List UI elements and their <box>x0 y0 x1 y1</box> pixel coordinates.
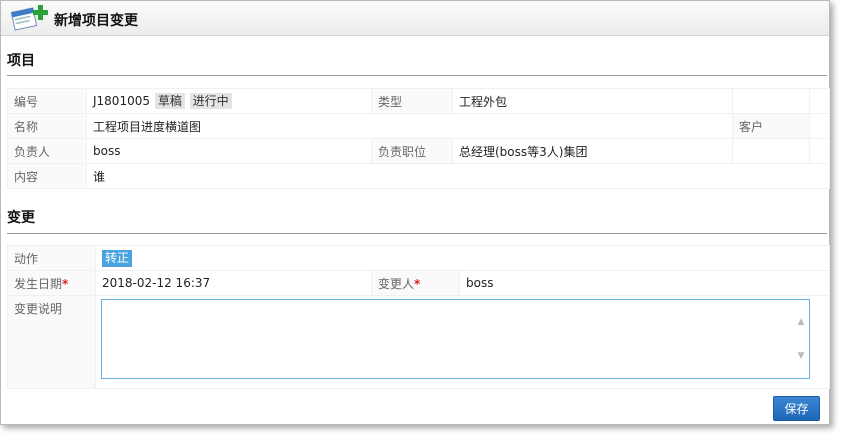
name-value: 工程项目进度横道图 <box>86 113 733 139</box>
type-value: 工程外包 <box>452 88 733 114</box>
content-value: 谁 <box>86 163 830 189</box>
changer-label: 变更人 <box>378 276 415 291</box>
action-label: 动作 <box>7 245 96 271</box>
draft-status-tag: 草稿 <box>154 93 185 109</box>
changer-label-cell: 变更人* <box>371 270 460 296</box>
dialog-title: 新增项目变更 <box>54 13 138 29</box>
required-mark: * <box>414 276 421 291</box>
customer-value <box>809 113 830 139</box>
project-change-dialog: 新增项目变更 项目 编号 J1801005 草稿 进行中 类型 工程外包 名称 … <box>0 0 831 425</box>
code-cell: J1801005 草稿 进行中 <box>86 88 372 114</box>
table-row: 名称 工程项目进度横道图 客户 <box>7 113 830 139</box>
project-section-heading: 项目 <box>7 53 35 69</box>
date-value[interactable]: 2018-02-12 16:37 <box>95 270 372 296</box>
table-row: 编号 J1801005 草稿 进行中 类型 工程外包 <box>7 88 830 114</box>
action-tag: 转正 <box>102 249 133 267</box>
name-label: 名称 <box>7 113 87 139</box>
position-label: 负责职位 <box>371 138 453 164</box>
in-progress-status-tag: 进行中 <box>189 93 232 109</box>
empty-cell <box>732 88 810 114</box>
scroll-down-icon[interactable]: ▼ <box>795 350 807 362</box>
empty-cell <box>732 138 810 164</box>
required-mark: * <box>62 276 69 291</box>
customer-label: 客户 <box>732 113 810 139</box>
date-label-cell: 发生日期* <box>7 270 96 296</box>
table-row: 内容 谁 <box>7 163 830 189</box>
save-button[interactable]: 保存 <box>773 396 820 421</box>
type-label: 类型 <box>371 88 453 114</box>
project-info-table: 编号 J1801005 草稿 进行中 类型 工程外包 名称 工程项目进度横道图 … <box>7 88 830 189</box>
owner-value: boss <box>86 138 372 164</box>
empty-cell <box>809 88 830 114</box>
new-document-icon <box>11 5 48 31</box>
change-section-heading: 变更 <box>7 210 35 226</box>
project-section-divider <box>7 75 827 76</box>
table-row: 负责人 boss 负责职位 总经理(boss等3人)集团 <box>7 138 830 164</box>
table-row: 发生日期* 2018-02-12 16:37 变更人* boss <box>7 270 831 296</box>
scroll-up-icon[interactable]: ▲ <box>795 316 807 328</box>
action-cell: 转正 <box>94 245 831 271</box>
position-value: 总经理(boss等3人)集团 <box>452 138 733 164</box>
empty-cell <box>809 138 830 164</box>
change-description-input[interactable]: ▲ ▼ <box>101 299 810 379</box>
change-section-divider <box>7 233 827 234</box>
code-label: 编号 <box>7 88 87 114</box>
code-value: J1801005 <box>93 94 150 108</box>
changer-value[interactable]: boss <box>458 270 831 296</box>
dialog-titlebar: 新增项目变更 <box>1 1 829 36</box>
owner-label: 负责人 <box>7 138 87 164</box>
table-row: 动作 转正 <box>7 245 831 271</box>
date-label: 发生日期 <box>14 276 63 291</box>
content-label: 内容 <box>7 163 87 189</box>
desc-label: 变更说明 <box>7 295 96 389</box>
